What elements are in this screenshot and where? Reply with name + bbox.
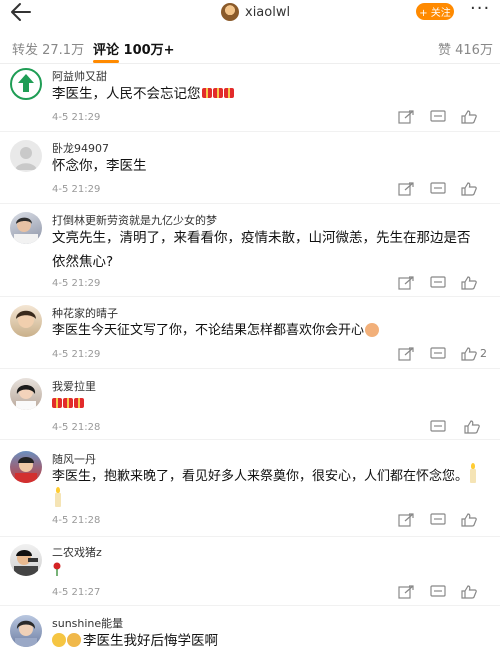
comment-text: 李医生，人民不会忘记您 [52,82,482,106]
like-icon[interactable] [461,585,477,599]
comment-time: 4-5 21:28 [52,515,101,526]
share-icon[interactable] [398,585,414,599]
commenter-avatar[interactable] [10,378,42,410]
comment-item: sunshine能量 李医生我好后悔学医啊 [0,615,500,662]
comment-item: 我爱拉里 4-5 21:28 [0,378,500,440]
portrait-photo-icon [14,550,38,576]
comment-item: 随风一丹 李医生，抱歉来晚了，看见好多人来祭奠你，很安心，人们都在怀念您。 4-… [0,451,500,537]
comment-time: 4-5 21:29 [52,112,101,123]
portrait-photo-icon [16,385,36,410]
share-icon[interactable] [398,513,414,527]
upload-arrow-icon [18,74,34,92]
comment-icon[interactable] [430,182,446,196]
commenter-avatar[interactable] [10,615,42,647]
comment-time: 4-5 21:29 [52,184,101,195]
commenter-avatar[interactable] [10,305,42,337]
like-icon[interactable] [461,182,477,196]
portrait-photo-icon [16,310,36,328]
blush-emoji-icon [365,322,380,337]
tab-repost[interactable]: 转发 27.1万 [12,39,84,58]
comment-actions [398,513,490,529]
comment-item: 卧龙94907 怀念你，李医生 4-5 21:29 [0,140,500,204]
comment-text: 文亮先生，清明了，来看看你，疫情未散，山河微恙，先生在那边是否依然焦心? [52,230,471,270]
comment-actions [398,182,490,198]
comment-text-content: 李医生我好后悔学医啊 [83,633,218,649]
comment-text-content: 李医生今天征文写了你，不论结果怎样都喜欢你会开心 [52,323,365,338]
comment-actions [398,110,490,126]
comment-item: 打倒林更新劳资就是九亿少女的梦 文亮先生，清明了，来看看你，疫情未散，山河微恙，… [0,212,500,297]
comment-icon[interactable] [430,347,446,361]
comment-item: 二农戏猪z 4-5 21:27 [0,544,500,606]
like-icon[interactable] [461,513,477,527]
comment-time: 4-5 21:29 [52,349,101,360]
share-icon[interactable] [398,276,414,290]
comment-actions [408,420,490,436]
comment-text-content: 李医生，人民不会忘记您 [52,86,201,102]
like-icon[interactable] [461,347,477,361]
comment-text [52,558,482,582]
author-username[interactable]: xiaolwl [245,5,290,20]
share-icon[interactable] [398,347,414,361]
more-options-icon[interactable]: ··· [470,0,492,20]
comment-text [52,392,482,416]
commenter-avatar[interactable] [10,212,42,244]
like-icon[interactable] [464,420,480,434]
comment-text-content: 怀念你，李医生 [52,158,147,174]
author-info[interactable]: xiaolwl [221,2,290,22]
share-icon[interactable] [398,182,414,196]
like-icon[interactable] [461,110,477,124]
comment-item: 种花家的晴子 李医生今天征文写了你，不论结果怎样都喜欢你会开心 4-5 21:2… [0,305,500,369]
comment-actions [398,276,490,292]
comment-time: 4-5 21:27 [52,587,101,598]
follow-button[interactable]: + 关注 [416,3,454,20]
comment-icon[interactable] [430,513,446,527]
tired-face-emoji-icon [67,633,81,647]
top-bar: xiaolwl + 关注 ··· [0,0,500,26]
tab-comments[interactable]: 评论 100万+ [93,39,175,58]
active-tab-indicator [93,60,119,63]
comment-text: 怀念你，李医生 [52,154,482,178]
default-avatar-icon [15,147,37,170]
rose-emoji-icon [53,562,61,576]
comment-icon[interactable] [430,585,446,599]
gift-emoji-icon [74,398,84,408]
gift-emoji-icon [201,88,212,98]
candle-emoji-icon [470,462,477,483]
gift-emoji-icon [63,398,73,408]
author-avatar[interactable] [221,3,239,21]
commenter-avatar[interactable] [10,544,42,576]
back-arrow-icon[interactable] [10,2,32,22]
portrait-photo-icon [14,217,38,244]
comment-actions: 2 [398,347,490,363]
comment-time: 4-5 21:29 [52,278,101,289]
comment-icon[interactable] [430,110,446,124]
commenter-avatar[interactable] [10,140,42,172]
gift-emoji-icon [212,88,223,98]
comment-text: 李医生，抱歉来晚了，看见好多人来祭奠你，很安心，人们都在怀念您。 [52,462,482,513]
comment-text: 李医生今天征文写了你，不论结果怎样都喜欢你会开心 [52,319,482,343]
commenter-avatar[interactable] [10,451,42,483]
tab-bar: 转发 27.1万 评论 100万+ 赞 416万 [0,30,500,64]
comment-time: 4-5 21:28 [52,422,101,433]
comment-item: 阿益帅又甜 李医生，人民不会忘记您 4-5 21:29 [0,68,500,132]
like-count: 2 [480,347,487,360]
sad-face-emoji-icon [52,633,66,647]
like-icon[interactable] [461,276,477,290]
comment-icon[interactable] [430,420,446,434]
gift-emoji-icon [223,88,234,98]
comment-actions [398,585,490,601]
share-icon[interactable] [398,110,414,124]
comment-text: 李医生我好后悔学医啊 [52,629,482,653]
candle-emoji-icon [55,486,61,507]
comment-icon[interactable] [430,276,446,290]
tab-likes[interactable]: 赞 416万 [438,39,493,58]
portrait-photo-icon [15,620,37,647]
comment-text-content: 李医生，抱歉来晚了，看见好多人来祭奠你，很安心，人们都在怀念您。 [52,469,469,484]
portrait-photo-icon [15,457,37,483]
gift-emoji-icon [52,398,62,408]
commenter-avatar[interactable] [10,68,42,100]
